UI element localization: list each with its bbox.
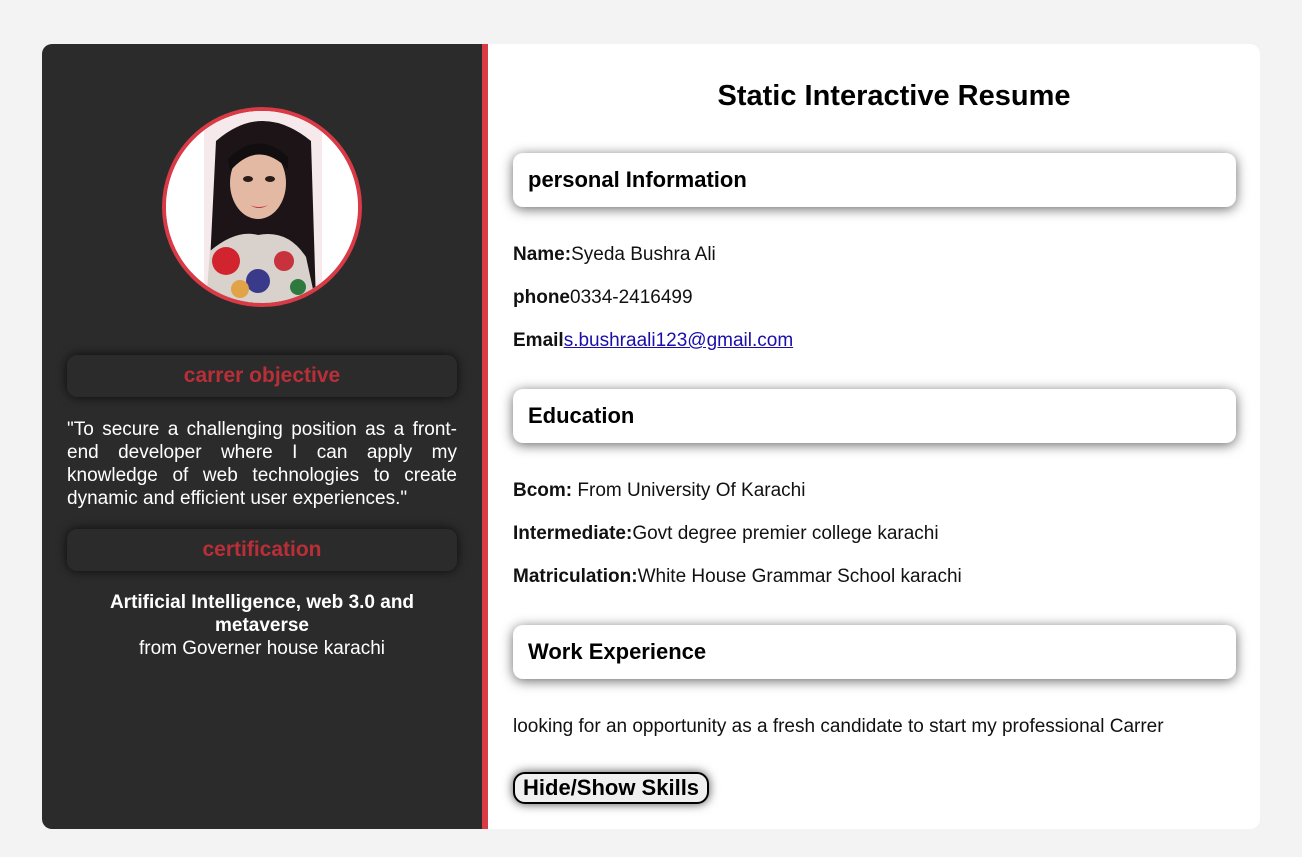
education-value: White House Grammar School karachi — [637, 566, 962, 587]
certification-heading: certification — [67, 529, 457, 571]
resume-card: carrer objective "To secure a challengin… — [42, 44, 1260, 829]
phone-line: phone0334-2416499 — [513, 287, 693, 309]
profile-photo — [162, 107, 362, 307]
certification-block: Artificial Intelligence, web 3.0 and met… — [67, 591, 457, 660]
personal-info-heading: personal Information — [513, 153, 1236, 207]
email-line: Emails.bushraali123@gmail.com — [513, 330, 793, 352]
email-link[interactable]: s.bushraali123@gmail.com — [564, 330, 793, 351]
education-item: Intermediate:Govt degree premier college… — [513, 523, 939, 545]
name-value: Syeda Bushra Ali — [571, 244, 716, 265]
name-line: Name:Syeda Bushra Ali — [513, 244, 716, 266]
phone-label: phone — [513, 287, 570, 308]
toggle-skills-button[interactable]: Hide/Show Skills — [513, 772, 710, 804]
objective-heading: carrer objective — [67, 355, 457, 397]
certification-title: Artificial Intelligence, web 3.0 and met… — [109, 592, 415, 636]
education-label: Bcom: — [513, 480, 573, 501]
main-content: Static Interactive Resume personal Infor… — [488, 44, 1260, 829]
education-heading: Education — [513, 389, 1236, 443]
name-label: Name: — [513, 244, 572, 265]
objective-text: "To secure a challenging position as a f… — [67, 419, 457, 509]
education-item: Matriculation:White House Grammar School… — [513, 566, 962, 588]
education-label: Intermediate: — [513, 523, 633, 544]
phone-value: 0334-2416499 — [570, 287, 693, 308]
page-title: Static Interactive Resume — [717, 80, 1071, 112]
email-label: Email — [513, 330, 564, 351]
education-value: Govt degree premier college karachi — [632, 523, 939, 544]
education-value: From University Of Karachi — [572, 480, 806, 501]
certification-source: from Governer house karachi — [138, 638, 386, 659]
work-experience-text: looking for an opportunity as a fresh ca… — [513, 716, 1164, 737]
sidebar: carrer objective "To secure a challengin… — [42, 44, 488, 829]
education-item: Bcom: From University Of Karachi — [513, 480, 805, 502]
education-label: Matriculation: — [513, 566, 638, 587]
work-experience-heading: Work Experience — [513, 625, 1236, 679]
